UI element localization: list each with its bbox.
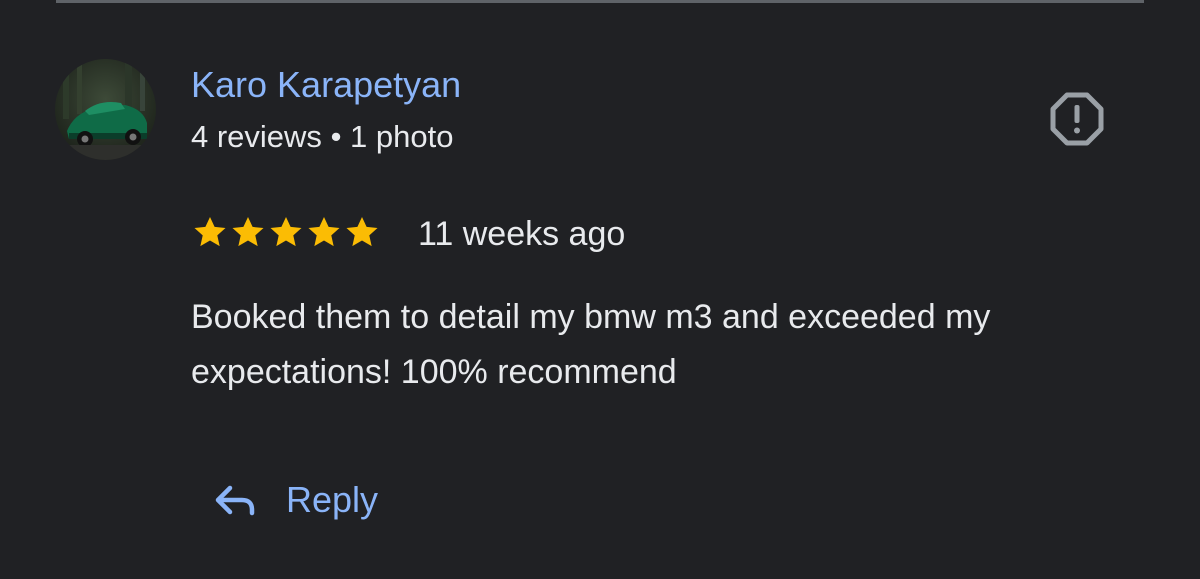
star-icon <box>308 216 340 247</box>
star-icon <box>346 216 378 247</box>
report-button[interactable] <box>1048 90 1106 148</box>
author-meta: 4 reviews • 1 photo <box>191 116 453 158</box>
author-reviews-count: 4 reviews <box>191 119 322 154</box>
review-text-line: Booked them to detail my bmw m3 and exce… <box>191 298 991 336</box>
report-octagon-icon <box>1050 92 1104 146</box>
star-icon <box>270 216 302 247</box>
star-icon <box>194 216 226 247</box>
reply-button[interactable]: Reply <box>212 470 378 530</box>
car-photo-avatar <box>55 59 156 160</box>
author-photos-count: 1 photo <box>350 119 454 154</box>
star-icon <box>232 216 264 247</box>
review-time: 11 weeks ago <box>418 215 626 253</box>
author-name-link[interactable]: Karo Karapetyan <box>191 62 461 108</box>
top-divider <box>56 0 1144 3</box>
avatar[interactable] <box>55 59 156 160</box>
review-card: Karo Karapetyan 4 reviews • 1 photo 11 w… <box>0 0 1200 579</box>
reply-arrow-icon <box>215 485 255 516</box>
meta-separator: • <box>330 119 342 154</box>
star-rating <box>191 212 381 252</box>
reply-label: Reply <box>286 479 379 520</box>
review-text: Booked them to detail my bmw m3 and exce… <box>191 290 1151 400</box>
review-text-line: expectations! 100% recommend <box>191 353 677 391</box>
